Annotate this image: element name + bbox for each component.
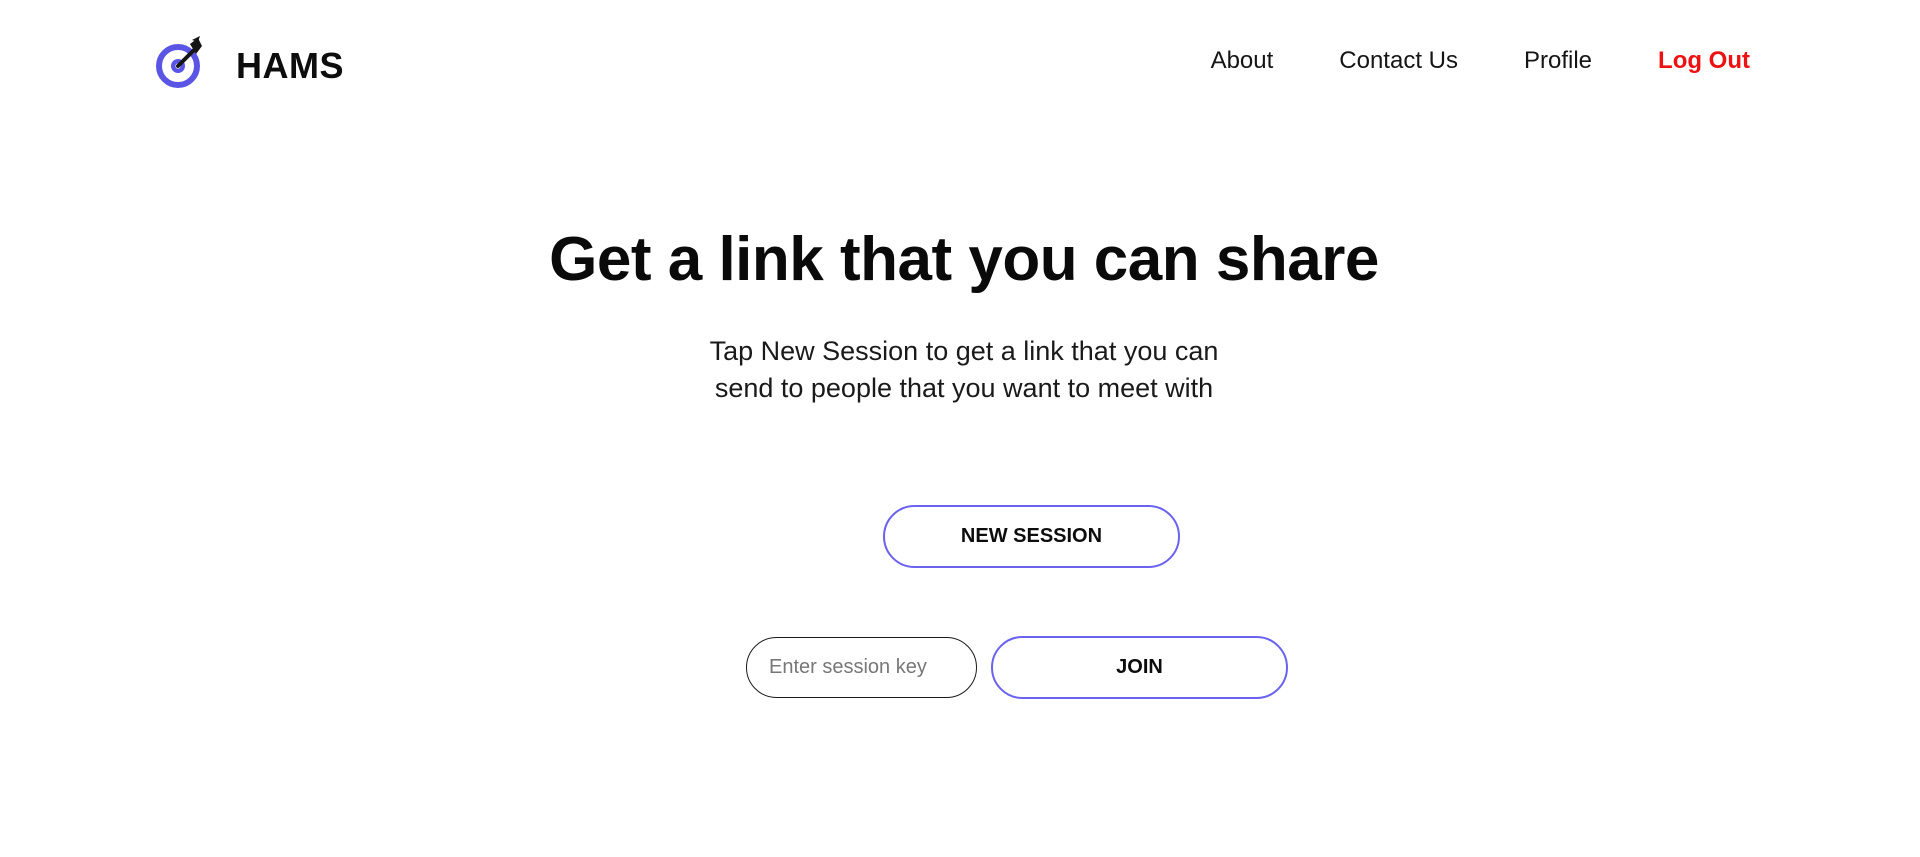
nav-profile-link[interactable]: Profile <box>1524 44 1592 78</box>
nav-contact-link[interactable]: Contact Us <box>1339 44 1458 78</box>
page: HAMS About Contact Us Profile Log Out Ge… <box>0 0 1920 857</box>
join-button[interactable]: JOIN <box>991 636 1288 699</box>
nav-about-link[interactable]: About <box>1211 44 1274 78</box>
new-session-button[interactable]: NEW SESSION <box>883 505 1180 568</box>
session-key-input[interactable] <box>746 637 977 698</box>
brand-name: HAMS <box>236 45 344 86</box>
main-nav: About Contact Us Profile Log Out <box>1211 44 1750 78</box>
hero-title: Get a link that you can share <box>549 225 1379 294</box>
hero-subtitle: Tap New Session to get a link that you c… <box>709 336 1219 403</box>
target-dart-icon <box>156 36 202 88</box>
hero-subtitle-wrap: Tap New Session to get a link that you c… <box>0 333 1920 407</box>
nav-logout-link[interactable]: Log Out <box>1658 44 1750 78</box>
brand[interactable]: HAMS <box>156 36 344 90</box>
